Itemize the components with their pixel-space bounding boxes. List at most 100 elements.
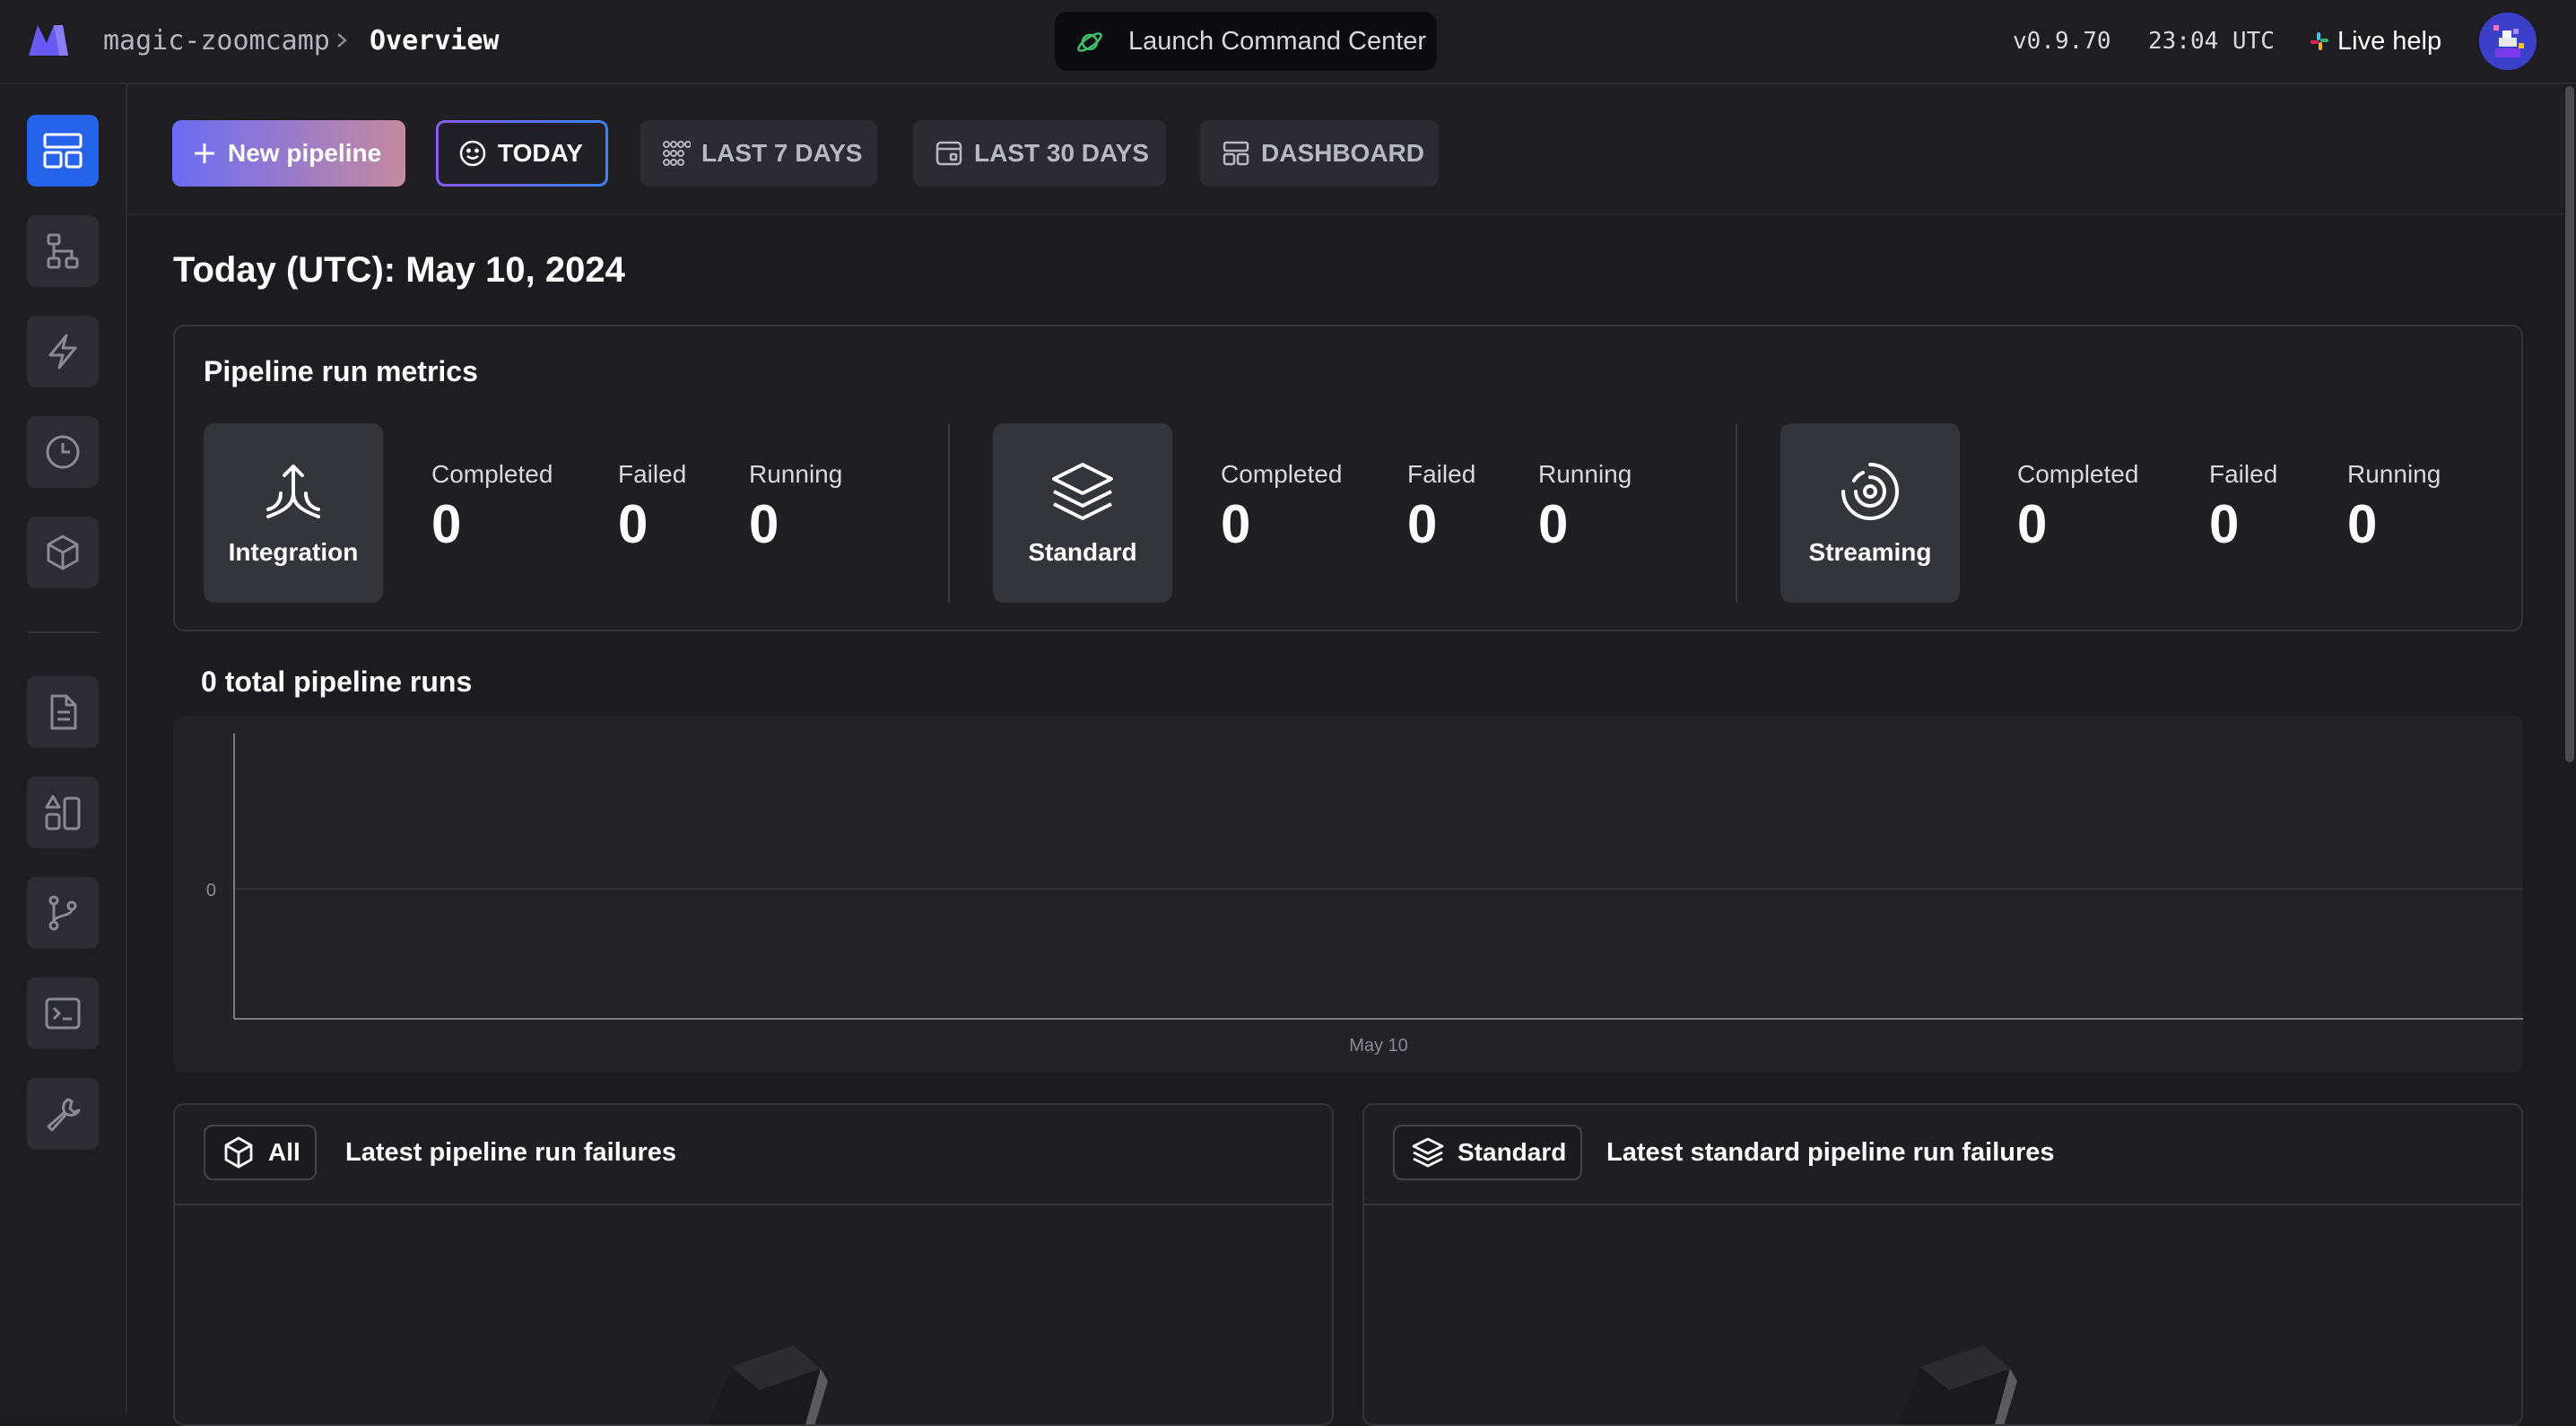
sidebar-divider bbox=[27, 631, 99, 633]
filter-chip-standard-label: Standard bbox=[1458, 1138, 1567, 1166]
completed-value: 0 bbox=[431, 494, 462, 554]
pipeline-run-metrics-card: Pipeline run metrics Integration Complet… bbox=[173, 325, 2523, 631]
streaming-running-stat: Running 0 bbox=[2347, 459, 2441, 556]
tab-last-7-days[interactable]: LAST 7 DAYS bbox=[640, 120, 877, 187]
total-pipeline-runs-heading: 0 total pipeline runs bbox=[201, 665, 473, 698]
left-sidebar bbox=[0, 84, 127, 1413]
standard-tile: Standard bbox=[993, 423, 1172, 603]
streaming-icon bbox=[1836, 457, 1904, 526]
integration-icon bbox=[259, 457, 327, 526]
latest-failures-card-standard: Standard Latest standard pipeline run fa… bbox=[1362, 1103, 2523, 1426]
failures-card-title: Latest standard pipeline run failures bbox=[1606, 1138, 2055, 1167]
terminal-icon bbox=[43, 994, 83, 1033]
tab-dashboard[interactable]: DASHBOARD bbox=[1200, 120, 1439, 187]
new-pipeline-label: New pipeline bbox=[228, 139, 382, 167]
standard-label: Standard bbox=[1028, 538, 1137, 566]
slack-icon bbox=[2309, 30, 2330, 52]
completed-label: Completed bbox=[1221, 460, 1343, 488]
sidebar-item-triggers[interactable] bbox=[27, 316, 99, 387]
filter-chip-all-label: All bbox=[268, 1138, 300, 1166]
breadcrumb-project[interactable]: magic-zoomcamp bbox=[103, 22, 330, 61]
time-range-toolbar: New pipeline TODAY LAST 7 DAYS LAST 30 D… bbox=[127, 84, 2563, 215]
smiley-icon bbox=[458, 139, 487, 168]
integration-label: Integration bbox=[228, 538, 359, 566]
shapes-icon bbox=[43, 793, 83, 832]
sidebar-item-templates[interactable] bbox=[27, 777, 99, 848]
dashboard-layout-icon bbox=[1222, 139, 1250, 168]
running-value: 0 bbox=[1538, 494, 1569, 554]
standard-completed-stat: Completed 0 bbox=[1221, 459, 1342, 556]
wrench-icon bbox=[43, 1094, 83, 1134]
running-value: 0 bbox=[749, 494, 779, 554]
chart-x-tick-label: May 10 bbox=[1349, 1036, 1408, 1056]
date-heading: Today (UTC): May 10, 2024 bbox=[173, 250, 625, 290]
tab-today-label: TODAY bbox=[498, 139, 583, 167]
sidebar-item-overview[interactable] bbox=[27, 115, 99, 187]
streaming-completed-stat: Completed 0 bbox=[2017, 459, 2138, 556]
streaming-label: Streaming bbox=[1808, 538, 1932, 566]
latest-failures-card-all: All Latest pipeline run failures bbox=[173, 1103, 1334, 1426]
metrics-divider bbox=[1736, 423, 1737, 603]
tab-last-7-days-label: LAST 7 DAYS bbox=[701, 139, 863, 167]
completed-value: 0 bbox=[2017, 494, 2048, 554]
sidebar-item-block-templates[interactable] bbox=[27, 517, 99, 588]
planet-icon bbox=[1075, 27, 1105, 57]
file-icon bbox=[43, 692, 83, 732]
version-label: v0.9.70 bbox=[2013, 28, 2111, 55]
integration-running-stat: Running 0 bbox=[749, 459, 842, 556]
tab-today[interactable]: TODAY bbox=[436, 120, 608, 187]
sidebar-item-pipeline-runs[interactable] bbox=[27, 416, 99, 488]
completed-label: Completed bbox=[431, 460, 553, 488]
chart-y-tick-label: 0 bbox=[206, 881, 216, 900]
metrics-divider bbox=[948, 423, 950, 603]
dashboard-icon bbox=[41, 129, 84, 172]
standard-running-stat: Running 0 bbox=[1538, 459, 1632, 556]
new-pipeline-button[interactable]: New pipeline bbox=[172, 120, 405, 187]
pipeline-icon bbox=[43, 231, 83, 271]
sidebar-item-terminal[interactable] bbox=[27, 978, 99, 1049]
chevron-right-icon bbox=[334, 27, 352, 54]
failed-value: 0 bbox=[2209, 494, 2240, 554]
live-help-label: Live help bbox=[2337, 26, 2442, 56]
tab-last-30-days[interactable]: LAST 30 DAYS bbox=[913, 120, 1166, 187]
plus-icon bbox=[192, 141, 217, 166]
tab-dashboard-label: DASHBOARD bbox=[1261, 139, 1424, 167]
standard-failed-stat: Failed 0 bbox=[1407, 459, 1475, 556]
failed-value: 0 bbox=[618, 494, 648, 554]
mage-logo[interactable] bbox=[27, 22, 72, 57]
sidebar-item-files[interactable] bbox=[27, 676, 99, 748]
failed-label: Failed bbox=[618, 460, 687, 488]
breadcrumb-page-title: Overview bbox=[370, 25, 500, 57]
running-label: Running bbox=[2347, 460, 2441, 488]
integration-failed-stat: Failed 0 bbox=[618, 459, 686, 556]
top-header: magic-zoomcamp Overview Launch Command C… bbox=[0, 0, 2576, 84]
running-label: Running bbox=[749, 460, 843, 488]
sidebar-item-pipelines[interactable] bbox=[27, 215, 99, 287]
pipeline-runs-chart: 0 May 10 bbox=[173, 716, 2523, 1073]
live-help-link[interactable]: Live help bbox=[2309, 22, 2441, 61]
sidebar-item-version-control[interactable] bbox=[27, 877, 99, 949]
dots-grid-icon bbox=[662, 139, 691, 168]
failed-label: Failed bbox=[2209, 460, 2278, 488]
cube-icon bbox=[43, 533, 83, 572]
tab-last-30-days-label: LAST 30 DAYS bbox=[974, 139, 1150, 167]
running-label: Running bbox=[1538, 460, 1632, 488]
filter-chip-standard[interactable]: Standard bbox=[1393, 1125, 1583, 1180]
running-value: 0 bbox=[2347, 494, 2378, 554]
failures-card-title: Latest pipeline run failures bbox=[345, 1138, 677, 1167]
cube-icon bbox=[222, 1135, 256, 1169]
empty-state-cube-illustration bbox=[677, 1345, 839, 1424]
completed-label: Completed bbox=[2017, 460, 2139, 488]
scrollbar-thumb[interactable] bbox=[2565, 86, 2574, 762]
calendar-icon bbox=[935, 139, 963, 168]
streaming-failed-stat: Failed 0 bbox=[2209, 459, 2277, 556]
integration-tile: Integration bbox=[204, 423, 383, 603]
empty-state-cube-illustration bbox=[1867, 1345, 2028, 1424]
git-branch-icon bbox=[43, 893, 83, 933]
launch-command-center-button[interactable]: Launch Command Center bbox=[1055, 12, 1437, 71]
failed-label: Failed bbox=[1407, 460, 1476, 488]
layers-icon bbox=[1049, 457, 1117, 526]
filter-chip-all[interactable]: All bbox=[204, 1125, 317, 1180]
sidebar-item-settings[interactable] bbox=[27, 1078, 99, 1150]
user-avatar[interactable] bbox=[2479, 13, 2537, 70]
